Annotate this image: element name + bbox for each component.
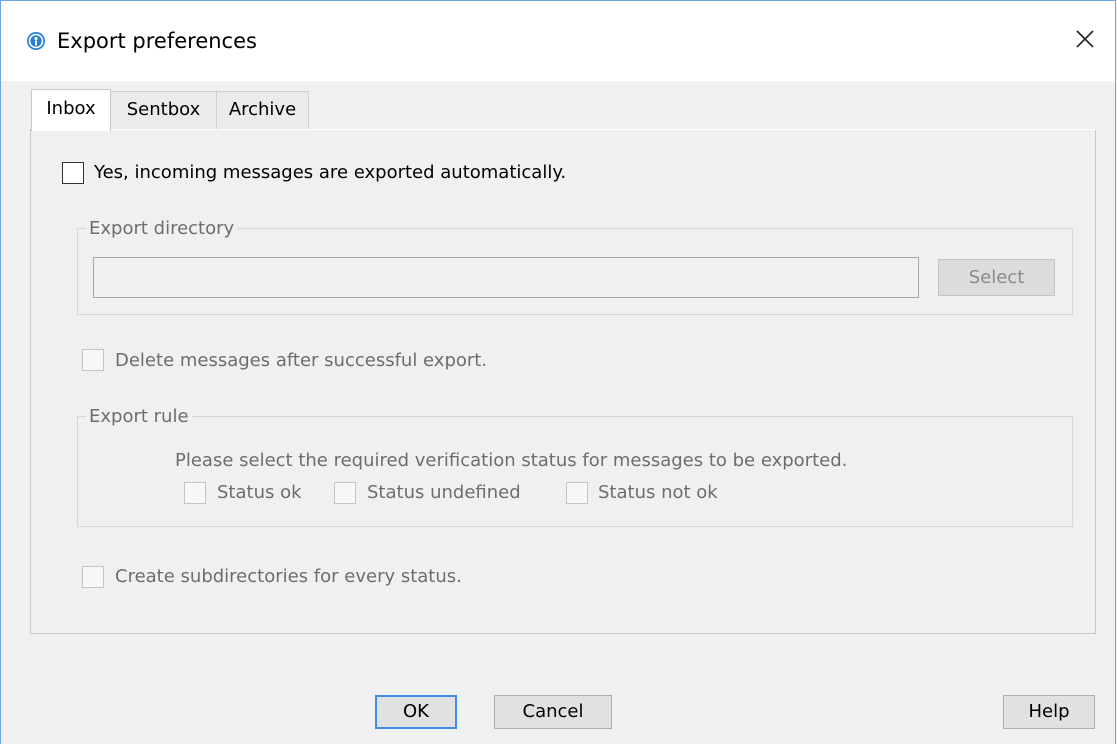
app-logo-icon [26, 31, 46, 51]
export-rule-title: Export rule [86, 406, 192, 428]
status-undefined-checkbox[interactable] [334, 482, 356, 504]
status-undefined-label: Status undefined [367, 482, 521, 503]
tab-panel-inbox [30, 129, 1096, 634]
title-bar: Export preferences [1, 1, 1115, 81]
tab-archive[interactable]: Archive [216, 91, 309, 129]
auto-export-checkbox[interactable] [62, 162, 84, 184]
panel-top-border [110, 129, 1096, 130]
status-ok-label: Status ok [217, 482, 302, 503]
status-ok-checkbox[interactable] [184, 482, 206, 504]
close-button[interactable] [1065, 23, 1105, 59]
create-subdirectories-label: Create subdirectories for every status. [115, 566, 462, 587]
create-subdirectories-checkbox[interactable] [82, 566, 104, 588]
help-button[interactable]: Help [1003, 695, 1095, 729]
status-not-ok-checkbox[interactable] [566, 482, 588, 504]
status-not-ok-label: Status not ok [598, 482, 718, 503]
select-directory-button[interactable]: Select [938, 259, 1055, 296]
cancel-button[interactable]: Cancel [494, 695, 612, 729]
export-directory-input[interactable] [93, 257, 919, 298]
delete-after-export-label: Delete messages after successful export. [115, 350, 488, 371]
window-title: Export preferences [57, 29, 257, 53]
tab-sentbox[interactable]: Sentbox [110, 91, 217, 129]
tab-inbox[interactable]: Inbox [31, 89, 111, 131]
export-directory-title: Export directory [86, 218, 238, 240]
ok-button[interactable]: OK [375, 695, 457, 729]
export-rule-description: Please select the required verification … [175, 450, 848, 471]
close-icon [1075, 29, 1095, 53]
delete-after-export-checkbox[interactable] [82, 349, 104, 371]
auto-export-label: Yes, incoming messages are exported auto… [94, 162, 567, 183]
